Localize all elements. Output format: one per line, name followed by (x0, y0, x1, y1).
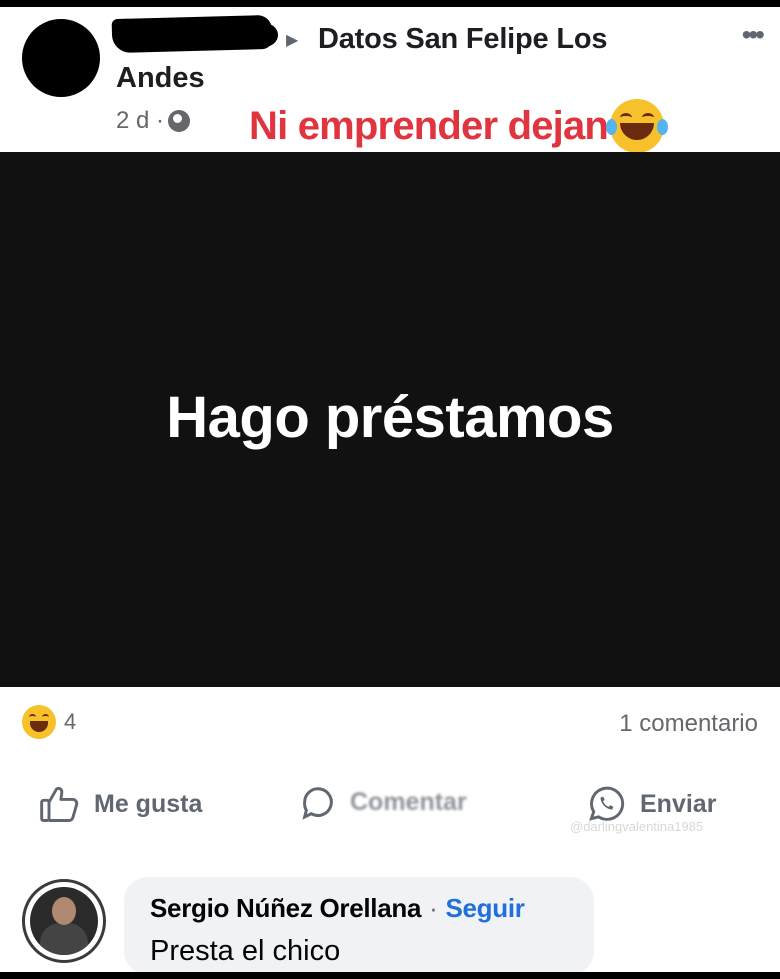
group-name-continued[interactable]: Andes (116, 62, 205, 95)
post-time[interactable]: 2 d · (116, 107, 164, 135)
facebook-post: ▶ Datos San Felipe Los Andes 2 d · ••• N… (0, 7, 780, 972)
separator-dot: · (429, 893, 438, 923)
send-label: Enviar (640, 789, 717, 818)
watermark: @darlingvalentina1985 (570, 819, 704, 834)
reactions-summary[interactable]: 4 (22, 705, 76, 739)
comment-button[interactable]: Comentar (298, 782, 467, 822)
overlay-caption: Ni emprender dejan (249, 99, 669, 153)
post-image[interactable]: Hago préstamos (0, 152, 780, 687)
group-name[interactable]: Datos San Felipe Los (318, 23, 607, 56)
comments-count[interactable]: 1 comentario (619, 710, 758, 738)
more-options-icon[interactable]: ••• (742, 19, 765, 51)
redacted-poster-name-tail (250, 23, 278, 47)
comment-bubble-icon (302, 787, 333, 820)
globe-icon (168, 110, 191, 132)
commenter-name[interactable]: Sergio Núñez Orellana (150, 893, 421, 924)
redacted-poster-name (111, 14, 273, 54)
reaction-count: 4 (64, 709, 77, 734)
post-meta: 2 d · (116, 107, 191, 135)
thumbs-up-icon (40, 786, 79, 822)
right-triangle-icon: ▶ (286, 32, 299, 49)
comment-header: Sergio Núñez Orellana · Seguir (150, 893, 525, 924)
follow-link[interactable]: Seguir (445, 893, 524, 924)
comment-label: Comentar (350, 787, 467, 816)
caption-text: Ni emprender dejan (249, 103, 609, 148)
haha-reaction-icon (22, 705, 56, 739)
comment-text: Presta el chico (150, 935, 341, 967)
comment-section: Sergio Núñez Orellana · Seguir Presta el… (0, 857, 780, 972)
poster-avatar[interactable] (22, 19, 100, 97)
like-button[interactable]: Me gusta (38, 782, 202, 826)
like-label: Me gusta (94, 789, 203, 818)
post-image-text: Hago préstamos (166, 385, 614, 450)
face-with-tears-of-joy-icon (606, 99, 669, 153)
commenter-avatar[interactable] (22, 879, 106, 963)
